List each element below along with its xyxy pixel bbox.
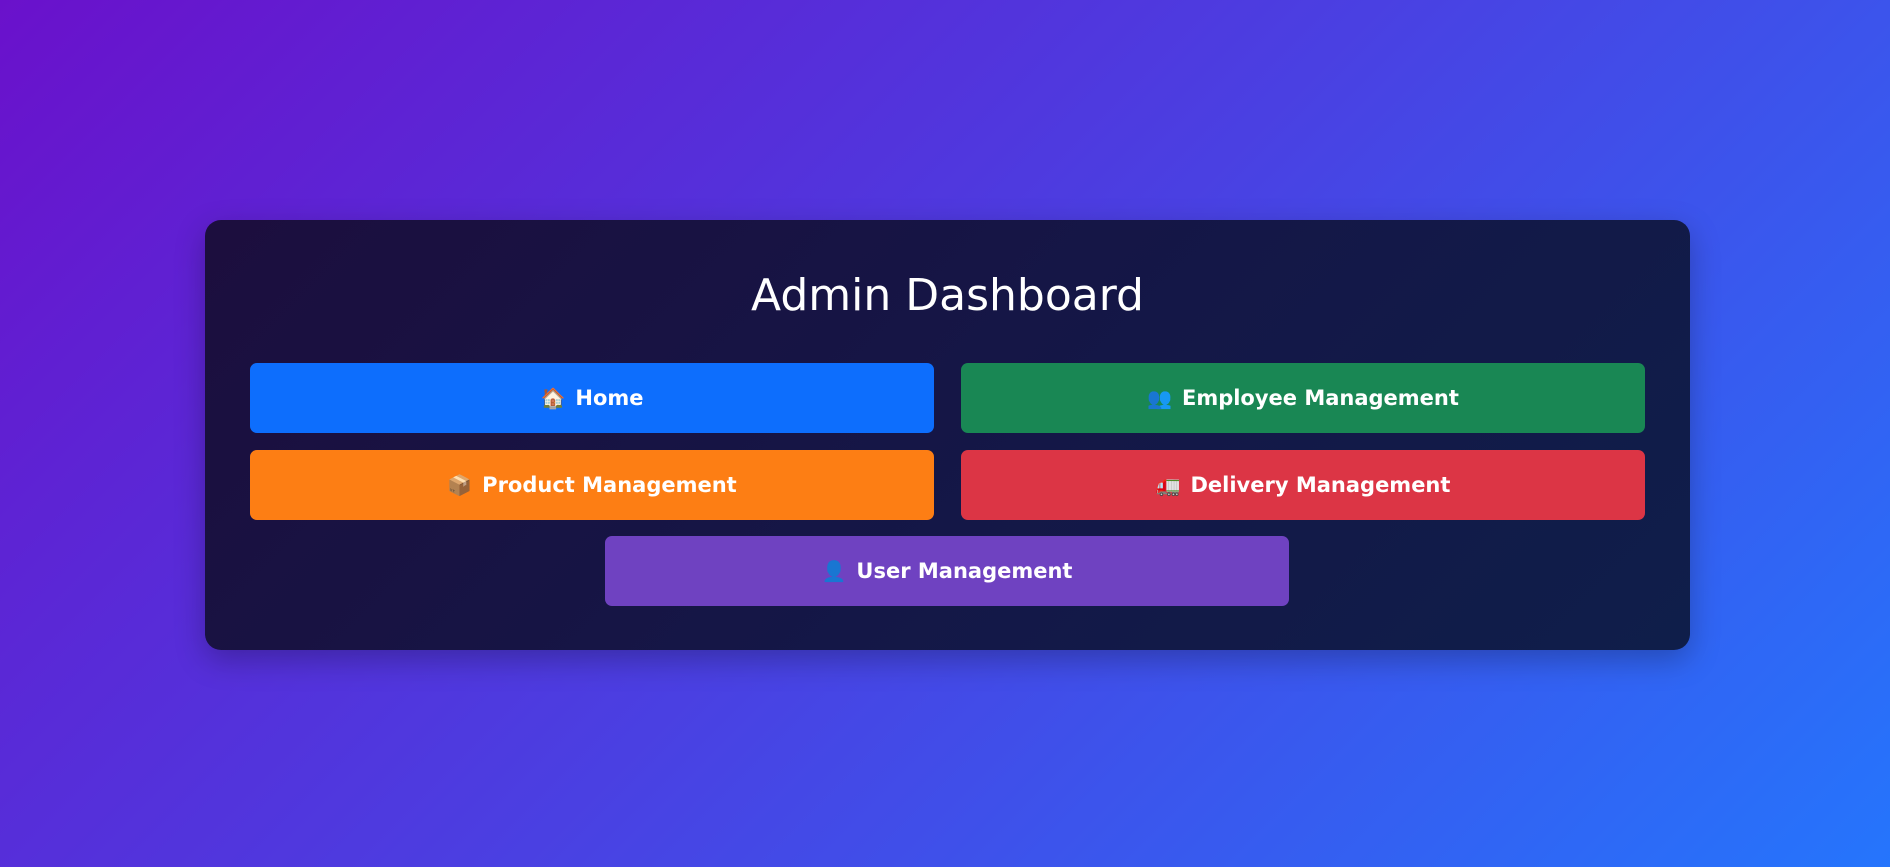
- product-management-button[interactable]: 📦 Product Management: [250, 450, 934, 520]
- user-management-button[interactable]: 👤 User Management: [605, 536, 1289, 606]
- package-icon: 📦: [447, 473, 473, 497]
- delivery-management-button[interactable]: 🚛 Delivery Management: [961, 450, 1645, 520]
- home-button[interactable]: 🏠 Home: [250, 363, 934, 433]
- user-management-label: User Management: [856, 559, 1073, 583]
- people-icon: 👥: [1147, 386, 1172, 410]
- user-icon: 👤: [821, 559, 847, 583]
- employee-management-label: Employee Management: [1181, 386, 1459, 410]
- page-title: Admin Dashboard: [751, 270, 1144, 321]
- truck-icon: 🚛: [1155, 473, 1181, 497]
- product-management-label: Product Management: [482, 473, 737, 497]
- dashboard-card: Admin Dashboard 🏠 Home 👥 Employee Manage…: [205, 220, 1690, 650]
- delivery-management-label: Delivery Management: [1190, 473, 1451, 497]
- employee-management-button[interactable]: 👥 Employee Management: [961, 363, 1645, 433]
- home-button-label: Home: [575, 386, 644, 410]
- home-icon: 🏠: [540, 386, 566, 410]
